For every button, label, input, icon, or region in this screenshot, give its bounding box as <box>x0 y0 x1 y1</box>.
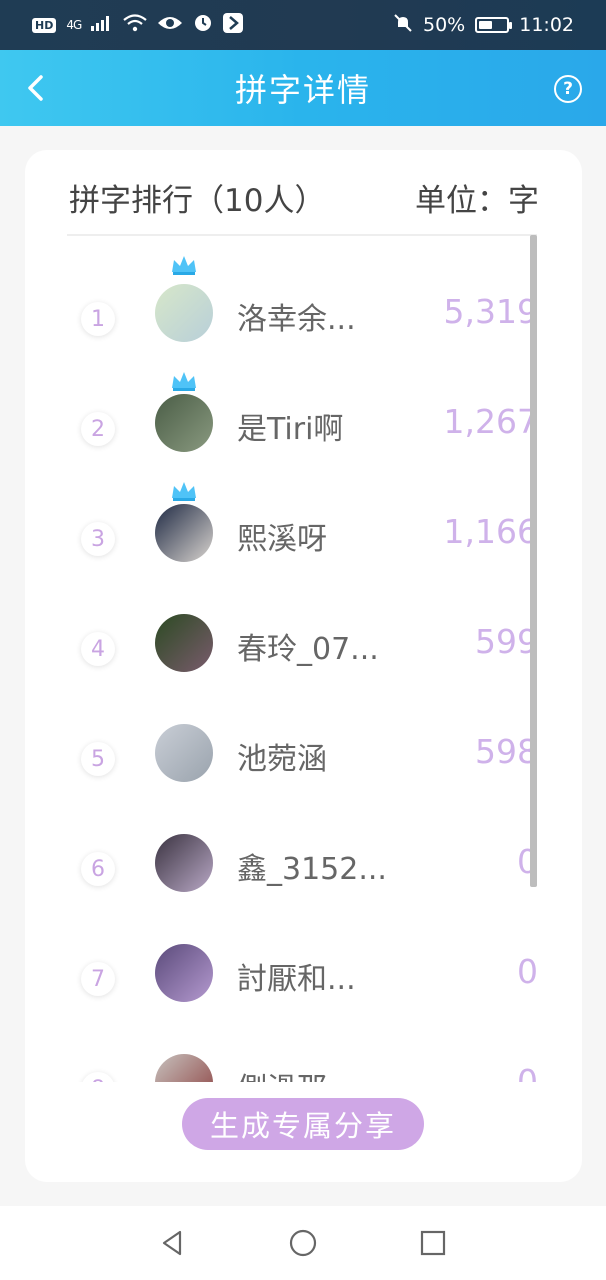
status-left: HD 4G <box>32 12 244 38</box>
word-count: 0 <box>517 1062 538 1082</box>
rank-number: 5 <box>81 742 115 776</box>
ranking-header: 拼字排行（10人） 单位：字 <box>69 172 539 222</box>
back-icon[interactable] <box>20 72 52 104</box>
list-scrollbar[interactable] <box>530 235 537 887</box>
ranking-row[interactable]: 2 是Tiri啊 1,267 <box>25 372 582 482</box>
user-name: 春玲_07... <box>237 632 379 667</box>
user-name: 討厭和... <box>237 962 356 997</box>
user-name: 洛幸余... <box>237 302 356 337</box>
user-avatar[interactable] <box>155 504 213 562</box>
ranking-row[interactable]: 6 鑫_3152... 0 <box>25 812 582 922</box>
system-nav-bar <box>0 1206 606 1280</box>
user-avatar[interactable] <box>155 284 213 342</box>
user-avatar[interactable] <box>155 834 213 892</box>
square-recents-icon <box>420 1230 446 1256</box>
ranking-row[interactable]: 3 熙溪呀 1,166 <box>25 482 582 592</box>
rank-number: 8 <box>81 1072 115 1082</box>
ranking-row[interactable]: 5 池菀涵 598 <box>25 702 582 812</box>
help-icon[interactable]: ? <box>554 75 582 103</box>
user-name: 是Tiri啊 <box>237 412 344 447</box>
battery-percent: 50% <box>423 14 466 36</box>
crown-icon <box>170 370 198 392</box>
nav-home-button[interactable] <box>283 1223 323 1263</box>
nav-back-button[interactable] <box>153 1223 193 1263</box>
ranking-row[interactable]: 1 洛幸余... 5,319 <box>25 256 582 372</box>
app-header: 拼字详情 ? <box>0 50 606 126</box>
status-bar: HD 4G 50% 11:02 <box>0 0 606 50</box>
ranking-title: 拼字排行（10人） <box>69 182 326 219</box>
clock: 11:02 <box>519 14 574 36</box>
hd-badge: HD <box>32 17 57 33</box>
mute-icon <box>393 13 413 38</box>
battery-icon <box>475 17 513 33</box>
unit-label: 单位：字 <box>415 182 539 219</box>
user-avatar[interactable] <box>155 614 213 672</box>
user-avatar[interactable] <box>155 394 213 452</box>
rank-number: 6 <box>81 852 115 886</box>
circle-home-icon <box>289 1229 317 1257</box>
user-avatar[interactable] <box>155 724 213 782</box>
user-avatar[interactable] <box>155 944 213 1002</box>
user-name: 鑫_3152... <box>237 852 387 887</box>
ranking-list[interactable]: 1 洛幸余... 5,319 2 是Tiri啊 1,267 3 熙溪呀 1,166 4 春玲_07.… <box>25 236 582 1082</box>
crown-icon <box>170 254 198 276</box>
triangle-back-icon <box>162 1230 182 1256</box>
network-indicator: 4G <box>66 18 82 32</box>
page-title: 拼字详情 <box>234 71 371 109</box>
rank-number: 1 <box>81 302 115 336</box>
rank-number: 7 <box>81 962 115 996</box>
word-count: 1,267 <box>443 402 538 441</box>
word-count: 599 <box>475 622 538 661</box>
eye-icon <box>157 14 183 36</box>
rank-number: 3 <box>81 522 115 556</box>
wifi-icon <box>123 13 147 37</box>
status-right: 50% 11:02 <box>393 13 574 38</box>
nav-recents-button[interactable] <box>413 1223 453 1263</box>
ranking-row[interactable]: 4 春玲_07... 599 <box>25 592 582 702</box>
alarm-icon <box>193 13 213 38</box>
user-name: 側滑那 <box>237 1064 397 1082</box>
user-name: 池菀涵 <box>237 742 327 777</box>
rank-number: 4 <box>81 632 115 666</box>
word-count: 5,319 <box>443 292 538 331</box>
word-count: 1,166 <box>443 512 538 551</box>
ranking-card: 拼字排行（10人） 单位：字 1 洛幸余... 5,319 2 是Tiri啊 1,267 3… <box>25 150 582 1182</box>
ranking-row[interactable]: 8 側滑那 0 <box>25 1032 582 1082</box>
user-avatar[interactable] <box>155 1054 213 1082</box>
signal-icon <box>91 14 113 36</box>
rank-number: 2 <box>81 412 115 446</box>
ranking-row[interactable]: 7 討厭和... 0 <box>25 922 582 1032</box>
app-notification-icon <box>223 12 244 38</box>
word-count: 0 <box>517 952 538 991</box>
user-name: 熙溪呀 <box>237 522 327 557</box>
word-count: 598 <box>475 732 538 771</box>
crown-icon <box>170 480 198 502</box>
generate-share-button[interactable]: 生成专属分享 <box>182 1098 424 1150</box>
